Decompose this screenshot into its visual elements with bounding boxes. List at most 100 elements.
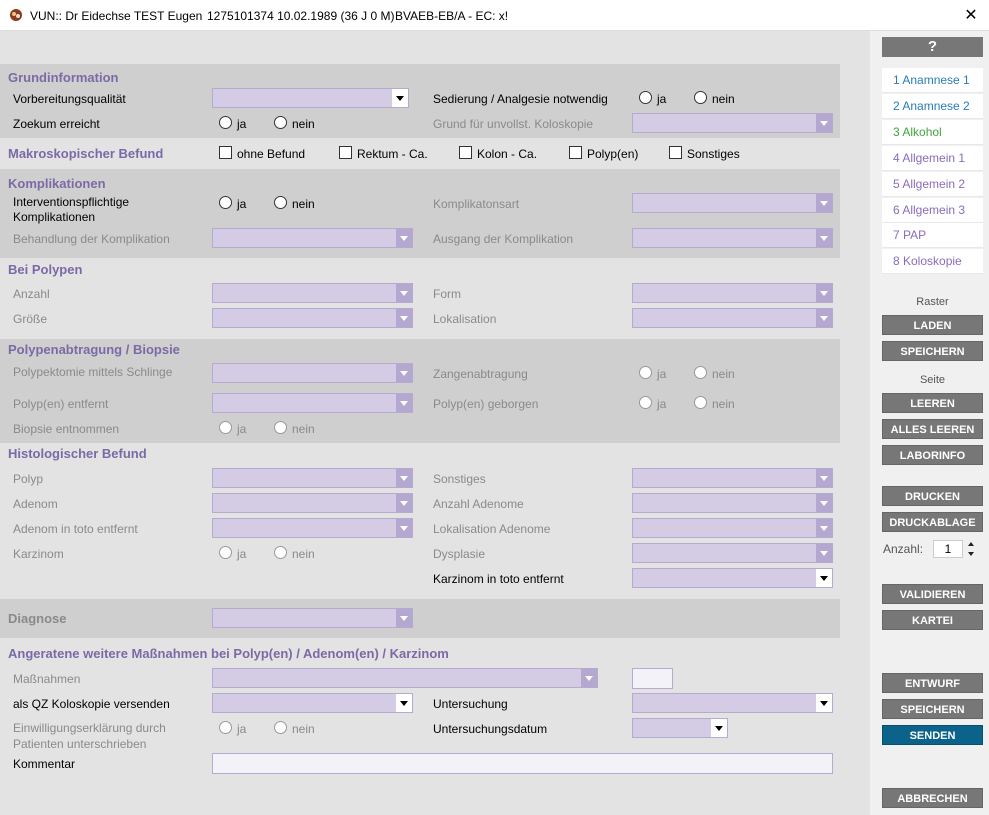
select-anzahl[interactable]	[212, 283, 413, 303]
spinner-arrows-icon[interactable]	[966, 540, 976, 558]
select-diagnose[interactable]	[212, 608, 413, 628]
section-makroskopisch: Makroskopischer Befund	[8, 146, 164, 161]
checkbox-kolon-ca[interactable]	[459, 146, 472, 159]
label-polypen: Polyp(en)	[587, 147, 639, 161]
select-schlinge[interactable]	[212, 363, 413, 383]
select-polyp[interactable]	[212, 468, 413, 488]
speichern-raster-button[interactable]: SPEICHERN	[882, 341, 983, 361]
label-zangenabtragung: Zangenabtragung	[433, 367, 528, 381]
select-komplikationsart[interactable]	[632, 193, 833, 213]
select-adenom[interactable]	[212, 493, 413, 513]
label-karzinom: Karzinom	[13, 547, 64, 561]
label-lokalisation-adenome: Lokalisation Adenome	[433, 522, 551, 536]
select-grund-unvollst[interactable]	[632, 113, 833, 133]
chevron-down-icon	[396, 229, 412, 247]
radio-karzinom-nein[interactable]	[274, 546, 287, 559]
chevron-down-icon	[392, 89, 408, 107]
select-lokalisation-adenome[interactable]	[632, 518, 833, 538]
select-untersuchung[interactable]	[632, 693, 833, 713]
select-karzinom-toto[interactable]	[632, 568, 833, 588]
chevron-down-icon	[816, 494, 832, 512]
select-adenom-toto[interactable]	[212, 518, 413, 538]
radio-einwilligung-nein[interactable]	[274, 721, 287, 734]
label-grund-unvollst: Grund für unvollst. Koloskopie	[433, 117, 594, 131]
select-dysplasie[interactable]	[632, 543, 833, 563]
nav-allgemein-1[interactable]: 4 Allgemein 1	[882, 146, 983, 171]
label-einwilligung-ja: ja	[237, 722, 247, 736]
massnahmen-extra-input[interactable]	[632, 668, 673, 689]
radio-zoekum-nein[interactable]	[274, 116, 287, 129]
laborinfo-button[interactable]: LABORINFO	[882, 445, 983, 465]
senden-button[interactable]: SENDEN	[882, 725, 983, 745]
radio-zange-nein[interactable]	[694, 366, 707, 379]
checkbox-rektum-ca[interactable]	[339, 146, 352, 159]
nav-allgemein-3[interactable]: 6 Allgemein 3	[882, 198, 983, 223]
close-icon[interactable]: ✕	[953, 0, 989, 31]
select-behandlung[interactable]	[212, 228, 413, 248]
select-entfernt[interactable]	[212, 393, 413, 413]
label-kolon-ca: Kolon - Ca.	[477, 147, 538, 161]
select-vorbereitungsqualitaet[interactable]	[212, 88, 409, 108]
chevron-down-icon	[396, 469, 412, 487]
chevron-down-icon	[396, 284, 412, 302]
label-interv-ja: ja	[237, 197, 247, 211]
label-biopsie-nein: nein	[292, 422, 315, 436]
chevron-down-icon	[396, 364, 412, 382]
radio-sedierung-nein[interactable]	[694, 91, 707, 104]
radio-zoekum-ja[interactable]	[219, 116, 232, 129]
chevron-down-icon	[816, 309, 832, 327]
chevron-down-icon	[816, 519, 832, 537]
select-massnahmen[interactable]	[212, 668, 598, 688]
laden-button[interactable]: LADEN	[882, 315, 983, 335]
drucken-button[interactable]: DRUCKEN	[882, 486, 983, 506]
radio-geborgen-ja[interactable]	[639, 396, 652, 409]
radio-biopsie-ja[interactable]	[219, 421, 232, 434]
radio-interv-ja[interactable]	[219, 196, 232, 209]
band-diagnose	[0, 599, 840, 638]
radio-karzinom-ja[interactable]	[219, 546, 232, 559]
chevron-down-icon	[816, 194, 832, 212]
select-qz-versenden[interactable]	[212, 693, 413, 713]
druckablage-button[interactable]: DRUCKABLAGE	[882, 512, 983, 532]
select-histo-sonstiges[interactable]	[632, 468, 833, 488]
section-histologisch: Histologischer Befund	[8, 446, 147, 461]
nav-anamnese-2[interactable]: 2 Anamnese 2	[882, 94, 983, 119]
speichern-button[interactable]: SPEICHERN	[882, 699, 983, 719]
select-lokalisation[interactable]	[632, 308, 833, 328]
nav-koloskopie[interactable]: 8 Koloskopie	[882, 249, 983, 274]
radio-biopsie-nein[interactable]	[274, 421, 287, 434]
checkbox-ohne-befund[interactable]	[219, 146, 232, 159]
nav-pap[interactable]: 7 PAP	[882, 223, 983, 248]
abbrechen-button[interactable]: ABBRECHEN	[882, 788, 983, 808]
validieren-button[interactable]: VALIDIEREN	[882, 584, 983, 604]
section-bei-polypen: Bei Polypen	[8, 262, 83, 277]
checkbox-sonstiges[interactable]	[669, 146, 682, 159]
radio-zange-ja[interactable]	[639, 366, 652, 379]
kommentar-input[interactable]	[212, 753, 833, 774]
nav-alkohol[interactable]: 3 Alkohol	[882, 120, 983, 145]
label-rektum-ca: Rektum - Ca.	[357, 147, 428, 161]
select-untersuchungsdatum[interactable]	[632, 718, 728, 738]
select-ausgang[interactable]	[632, 228, 833, 248]
nav-allgemein-2[interactable]: 5 Allgemein 2	[882, 172, 983, 197]
chevron-down-icon	[816, 544, 832, 562]
select-groesse[interactable]	[212, 308, 413, 328]
entwurf-button[interactable]: ENTWURF	[882, 673, 983, 693]
label-massnahmen: Maßnahmen	[13, 672, 81, 686]
radio-geborgen-nein[interactable]	[694, 396, 707, 409]
radio-sedierung-ja[interactable]	[639, 91, 652, 104]
help-button[interactable]: ?	[882, 37, 983, 57]
raster-label: Raster	[916, 296, 949, 308]
select-form[interactable]	[632, 283, 833, 303]
leeren-button[interactable]: LEEREN	[882, 393, 983, 413]
anzahl-input[interactable]: 1	[933, 540, 963, 558]
checkbox-polypen[interactable]	[569, 146, 582, 159]
kartei-button[interactable]: KARTEI	[882, 610, 983, 630]
radio-interv-nein[interactable]	[274, 196, 287, 209]
select-anzahl-adenome[interactable]	[632, 493, 833, 513]
label-adenom-toto: Adenom in toto entfernt	[13, 522, 138, 536]
alles-leeren-button[interactable]: ALLES LEEREN	[882, 419, 983, 439]
radio-einwilligung-ja[interactable]	[219, 721, 232, 734]
chevron-down-icon	[396, 494, 412, 512]
nav-anamnese-1[interactable]: 1 Anamnese 1	[882, 68, 983, 93]
